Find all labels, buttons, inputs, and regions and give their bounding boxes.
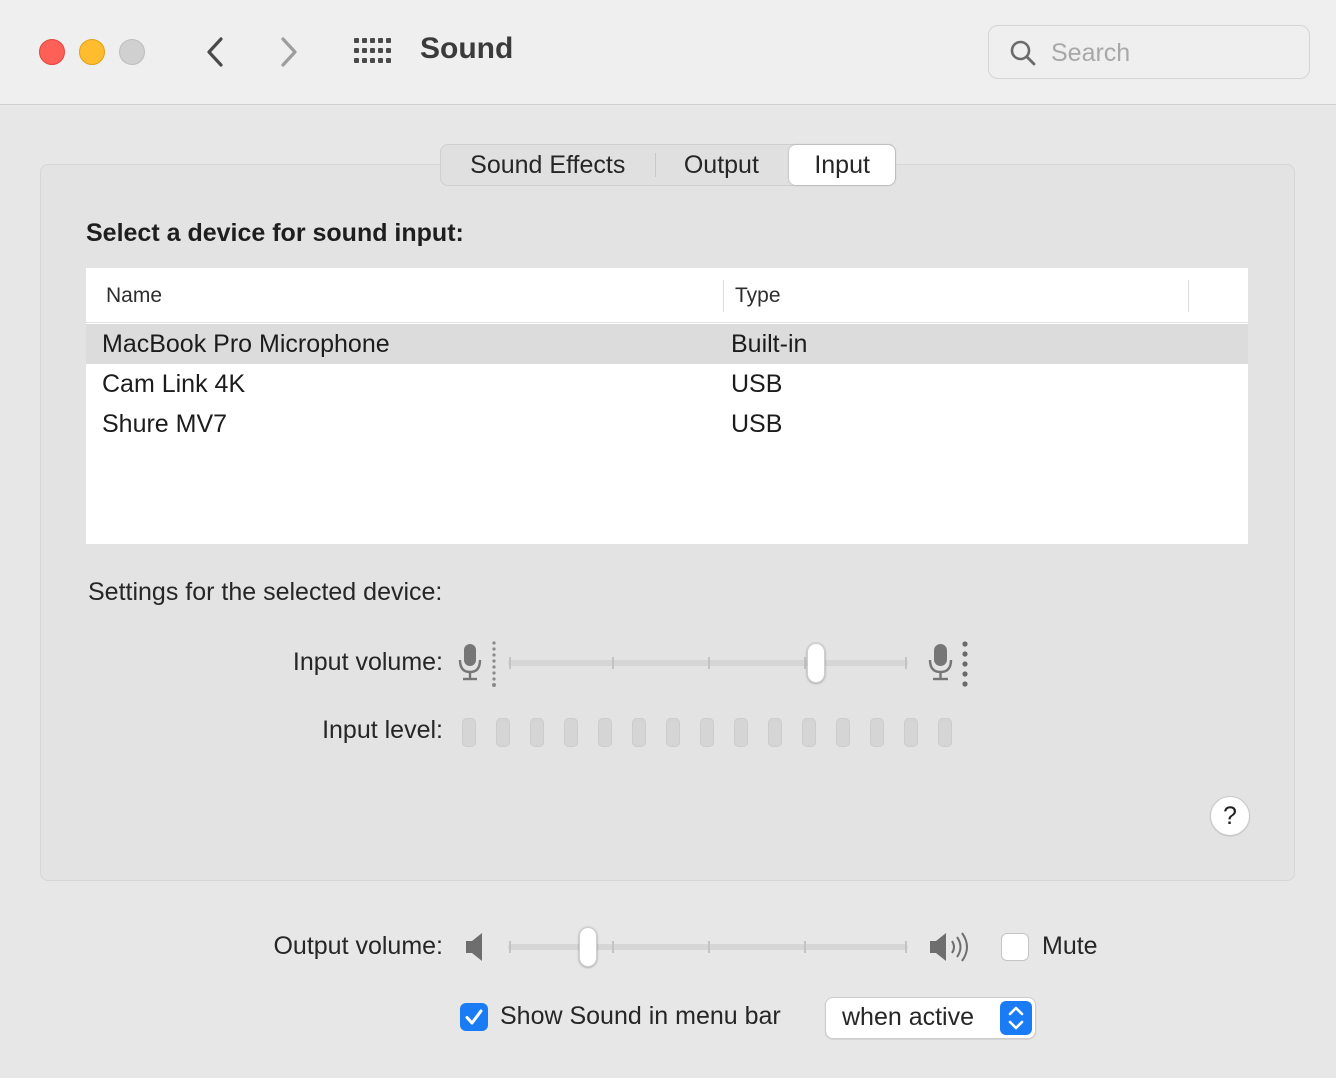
level-segment (632, 718, 646, 747)
input-device-table[interactable]: Name Type MacBook Pro Microphone Built-i… (86, 268, 1248, 544)
slider-tick (804, 657, 806, 669)
mic-quiet-icon (458, 641, 496, 687)
level-segment (530, 718, 544, 747)
slider-tick (905, 941, 907, 953)
search-field[interactable] (988, 25, 1310, 79)
column-divider[interactable] (723, 280, 724, 312)
settings-section-title: Settings for the selected device: (88, 578, 443, 606)
slider-tick (509, 941, 511, 953)
checkmark-icon (465, 1009, 483, 1025)
tab-input[interactable]: Input (789, 145, 895, 185)
input-level-label: Input level: (322, 716, 443, 744)
slider-tick (509, 657, 511, 669)
level-segment (666, 718, 680, 747)
column-header-name[interactable]: Name (106, 284, 162, 308)
search-input[interactable] (1049, 34, 1293, 72)
menu-bar-visibility-popup[interactable]: when active (825, 997, 1036, 1039)
tab-bar: Sound Effects Output Input (440, 144, 896, 186)
output-volume-slider[interactable] (508, 927, 908, 967)
mute-checkbox[interactable] (1001, 933, 1029, 961)
tab-output[interactable]: Output (656, 145, 788, 185)
level-segment (768, 718, 782, 747)
device-name: Cam Link 4K (102, 370, 246, 398)
speaker-low-icon (466, 933, 482, 961)
level-segment (802, 718, 816, 747)
table-header: Name Type (86, 268, 1248, 323)
input-volume-slider[interactable] (508, 643, 908, 683)
column-header-type[interactable]: Type (735, 284, 781, 308)
slider-tick (708, 941, 710, 953)
table-row[interactable]: Shure MV7 USB (86, 404, 1248, 444)
title-bar: Sound (0, 0, 1336, 105)
slider-tick (708, 657, 710, 669)
device-name: Shure MV7 (102, 410, 228, 438)
device-section-title: Select a device for sound input: (86, 219, 464, 247)
level-segment (904, 718, 918, 747)
minimize-button[interactable] (79, 39, 105, 65)
forward-button[interactable] (270, 30, 310, 74)
level-segment (870, 718, 884, 747)
close-button[interactable] (39, 39, 65, 65)
level-segment (700, 718, 714, 747)
tab-sound-effects[interactable]: Sound Effects (441, 145, 655, 185)
device-name: MacBook Pro Microphone (102, 330, 390, 358)
chevron-left-icon (207, 37, 223, 67)
show-all-button[interactable] (352, 36, 392, 68)
popup-value: when active (842, 1003, 975, 1031)
slider-tick (612, 657, 614, 669)
column-divider[interactable] (1188, 280, 1189, 312)
show-in-menu-bar-checkbox[interactable] (460, 1003, 488, 1031)
level-segment (734, 718, 748, 747)
device-type: USB (731, 370, 783, 398)
mute-label[interactable]: Mute (1042, 932, 1098, 961)
show-in-menu-bar-label[interactable]: Show Sound in menu bar (500, 1002, 781, 1031)
level-segment (462, 718, 476, 747)
input-volume-label: Input volume: (292, 648, 443, 676)
back-button[interactable] (196, 30, 236, 74)
mic-loud-icon (928, 641, 968, 687)
slider-tick (612, 941, 614, 953)
zoom-button[interactable] (119, 39, 145, 65)
window-title: Sound (420, 32, 514, 65)
chevron-right-icon (281, 37, 297, 67)
table-row[interactable]: Cam Link 4K USB (86, 364, 1248, 404)
system-preferences-window: Sound Sound Effects Output Input Select … (0, 0, 1336, 1078)
level-segment (598, 718, 612, 747)
up-down-chevron-icon (1008, 1006, 1024, 1030)
search-icon (1010, 40, 1036, 66)
level-segment (836, 718, 850, 747)
popup-arrows (1000, 1001, 1032, 1035)
slider-knob[interactable] (579, 927, 597, 967)
help-button[interactable]: ? (1210, 796, 1250, 836)
slider-knob[interactable] (807, 643, 825, 683)
slider-tick (905, 657, 907, 669)
speaker-high-icon (930, 932, 968, 962)
table-row[interactable]: MacBook Pro Microphone Built-in (86, 324, 1248, 364)
device-type: Built-in (731, 330, 808, 358)
level-segment (564, 718, 578, 747)
device-type: USB (731, 410, 783, 438)
level-segment (496, 718, 510, 747)
slider-tick (804, 941, 806, 953)
grid-icon (354, 38, 391, 63)
output-volume-label: Output volume: (273, 932, 443, 960)
level-segment (938, 718, 952, 747)
